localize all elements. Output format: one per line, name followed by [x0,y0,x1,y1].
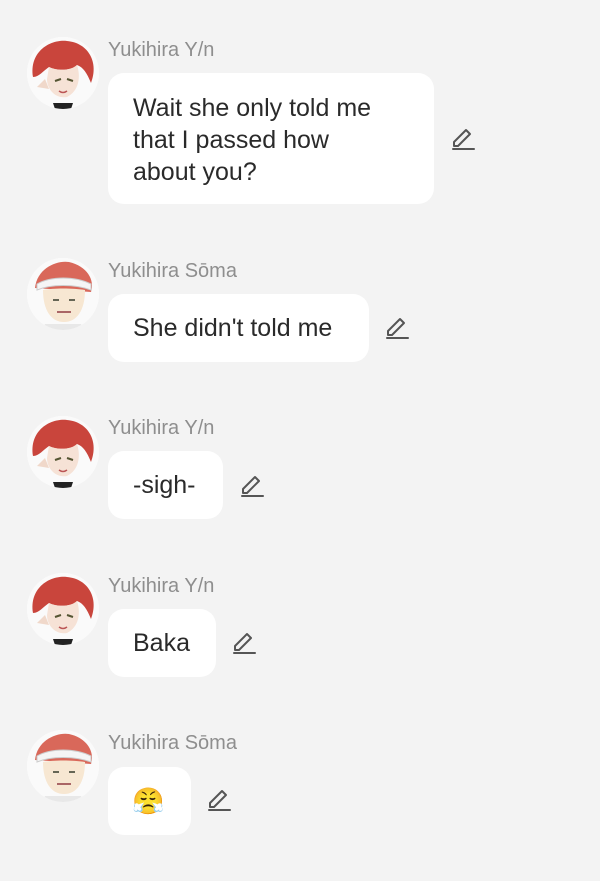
sender-name: Yukihira Sōma [108,260,237,282]
headband-character-avatar [27,730,99,802]
message-text: -sigh- [133,471,196,499]
message-bubble[interactable]: 😤 [108,767,191,835]
pencil-edit-icon[interactable] [205,786,233,814]
message-bubble[interactable]: Wait she only told me that I passed how … [108,73,434,204]
pencil-edit-icon[interactable] [238,472,266,500]
avatar-yn[interactable] [27,573,99,645]
pencil-edit-icon[interactable] [383,314,411,342]
message-emoji: 😤 [132,786,165,816]
message-bubble[interactable]: Baka [108,609,216,677]
sender-name: Yukihira Y/n [108,39,215,61]
red-haired-character-avatar [27,573,99,645]
red-haired-character-avatar [27,37,99,109]
sender-name: Yukihira Y/n [108,417,215,439]
avatar-soma[interactable] [27,258,99,330]
avatar-yn[interactable] [27,37,99,109]
avatar-yn[interactable] [27,416,99,488]
sender-name: Yukihira Y/n [108,575,215,597]
headband-character-avatar [27,258,99,330]
sender-name: Yukihira Sōma [108,732,237,754]
message-bubble[interactable]: She didn't told me [108,294,369,362]
red-haired-character-avatar [27,416,99,488]
pencil-edit-icon[interactable] [230,629,258,657]
message-text: She didn't told me [133,314,333,342]
message-text: Baka [133,629,190,657]
avatar-soma[interactable] [27,730,99,802]
pencil-edit-icon[interactable] [449,125,477,153]
message-text: Wait she only told me that I passed how … [133,94,372,186]
message-bubble[interactable]: -sigh- [108,451,223,519]
